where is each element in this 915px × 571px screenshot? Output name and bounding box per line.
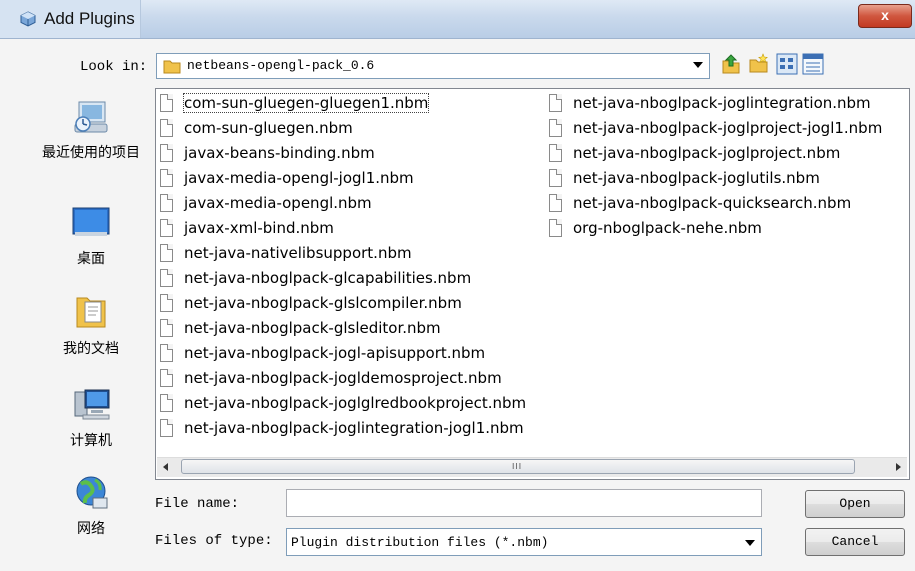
place-documents-label: 我的文档 — [63, 341, 119, 357]
file-icon — [549, 144, 562, 162]
file-name: net-java-nboglpack-glcapabilities.nbm — [184, 269, 472, 287]
file-icon — [549, 119, 562, 137]
place-computer[interactable]: 计算机 — [38, 382, 144, 458]
file-name-input[interactable] — [286, 489, 762, 517]
file-name: javax-beans-binding.nbm — [184, 144, 375, 162]
list-view-icon[interactable] — [776, 53, 798, 75]
file-icon — [160, 94, 173, 112]
file-icon — [549, 94, 562, 112]
file-name: net-java-nboglpack-glslcompiler.nbm — [184, 294, 462, 312]
chevron-down-icon — [745, 540, 755, 546]
file-name: javax-xml-bind.nbm — [184, 219, 334, 237]
file-icon — [160, 369, 173, 387]
file-name: net-java-nboglpack-joglintegration.nbm — [573, 94, 871, 112]
file-name: net-java-nboglpack-joglproject.nbm — [573, 144, 841, 162]
file-icon — [160, 119, 173, 137]
place-computer-label: 计算机 — [70, 433, 112, 449]
file-icon — [160, 269, 173, 287]
file-icon — [160, 319, 173, 337]
new-folder-icon[interactable] — [748, 53, 770, 75]
plugin-cube-icon — [20, 11, 36, 27]
details-view-icon[interactable] — [802, 53, 824, 75]
look-in-label: Look in: — [80, 59, 148, 75]
file-icon — [160, 244, 173, 262]
recent-places-icon — [74, 101, 108, 133]
scrollbar-thumb[interactable]: III — [181, 459, 855, 474]
file-name: net-java-nboglpack-jogldemosproject.nbm — [184, 369, 502, 387]
file-icon — [160, 344, 173, 362]
cancel-button[interactable]: Cancel — [805, 528, 905, 556]
scrollbar-grip: III — [512, 462, 523, 471]
place-recent-label: 最近使用的项目 — [42, 145, 140, 161]
place-network-label: 网络 — [77, 521, 105, 537]
file-name: net-java-nboglpack-joglutils.nbm — [573, 169, 820, 187]
look-in-dropdown[interactable]: netbeans-opengl-pack_0.6 — [156, 53, 710, 79]
file-name: javax-media-opengl.nbm — [184, 194, 372, 212]
window-title: Add Plugins — [44, 9, 135, 28]
place-desktop-label: 桌面 — [77, 251, 105, 267]
file-icon — [549, 194, 562, 212]
file-type-label: Files of type: — [155, 533, 273, 549]
documents-icon — [76, 297, 106, 328]
file-type-dropdown[interactable]: Plugin distribution files (*.nbm) — [286, 528, 762, 556]
place-desktop[interactable]: 桌面 — [38, 200, 144, 270]
folder-icon — [163, 60, 181, 74]
file-icon — [160, 394, 173, 412]
place-recent[interactable]: 最近使用的项目 — [38, 90, 144, 182]
file-icon — [160, 219, 173, 237]
file-name: net-java-nboglpack-quicksearch.nbm — [573, 194, 852, 212]
desktop-icon — [72, 207, 110, 236]
file-name: net-java-nboglpack-jogl-apisupport.nbm — [184, 344, 486, 362]
file-name: net-java-nboglpack-joglglredbookproject.… — [184, 394, 527, 412]
file-name: javax-media-opengl-jogl1.nbm — [184, 169, 414, 187]
network-icon — [76, 476, 108, 509]
file-name: net-java-nativelibsupport.nbm — [184, 244, 412, 262]
file-icon — [160, 419, 173, 437]
file-name: com-sun-gluegen.nbm — [184, 119, 353, 137]
file-icon — [160, 194, 173, 212]
file-type-value: Plugin distribution files (*.nbm) — [291, 535, 549, 550]
file-icon — [549, 219, 562, 237]
place-network[interactable]: 网络 — [38, 474, 144, 550]
place-documents[interactable]: 我的文档 — [38, 288, 144, 364]
scroll-right-icon[interactable] — [896, 463, 901, 471]
file-name: net-java-nboglpack-glsleditor.nbm — [184, 319, 441, 337]
file-name: net-java-nboglpack-joglintegration-jogl1… — [184, 419, 524, 437]
title-area: Add Plugins — [0, 0, 141, 38]
chevron-down-icon — [693, 62, 703, 68]
file-icon — [549, 169, 562, 187]
places-bar: 最近使用的项目 桌面 我的文档 计算机 网络 — [38, 90, 144, 560]
horizontal-scrollbar[interactable]: III — [157, 457, 907, 477]
file-name: org-nboglpack-nehe.nbm — [573, 219, 762, 237]
file-icon — [160, 144, 173, 162]
look-in-value: netbeans-opengl-pack_0.6 — [187, 58, 375, 73]
file-list[interactable]: com-sun-gluegen-gluegen1.nbm com-sun-glu… — [155, 88, 910, 480]
scroll-left-icon[interactable] — [163, 463, 168, 471]
up-one-level-icon[interactable] — [720, 53, 742, 75]
file-name: com-sun-gluegen-gluegen1.nbm — [182, 93, 430, 113]
open-button[interactable]: Open — [805, 490, 905, 518]
close-button[interactable]: x — [858, 4, 912, 28]
title-bar: Add Plugins x — [0, 0, 915, 39]
computer-icon — [74, 389, 110, 420]
file-name-label: File name: — [155, 496, 240, 512]
file-icon — [160, 169, 173, 187]
file-icon — [160, 294, 173, 312]
file-name: net-java-nboglpack-joglproject-jogl1.nbm — [573, 119, 883, 137]
